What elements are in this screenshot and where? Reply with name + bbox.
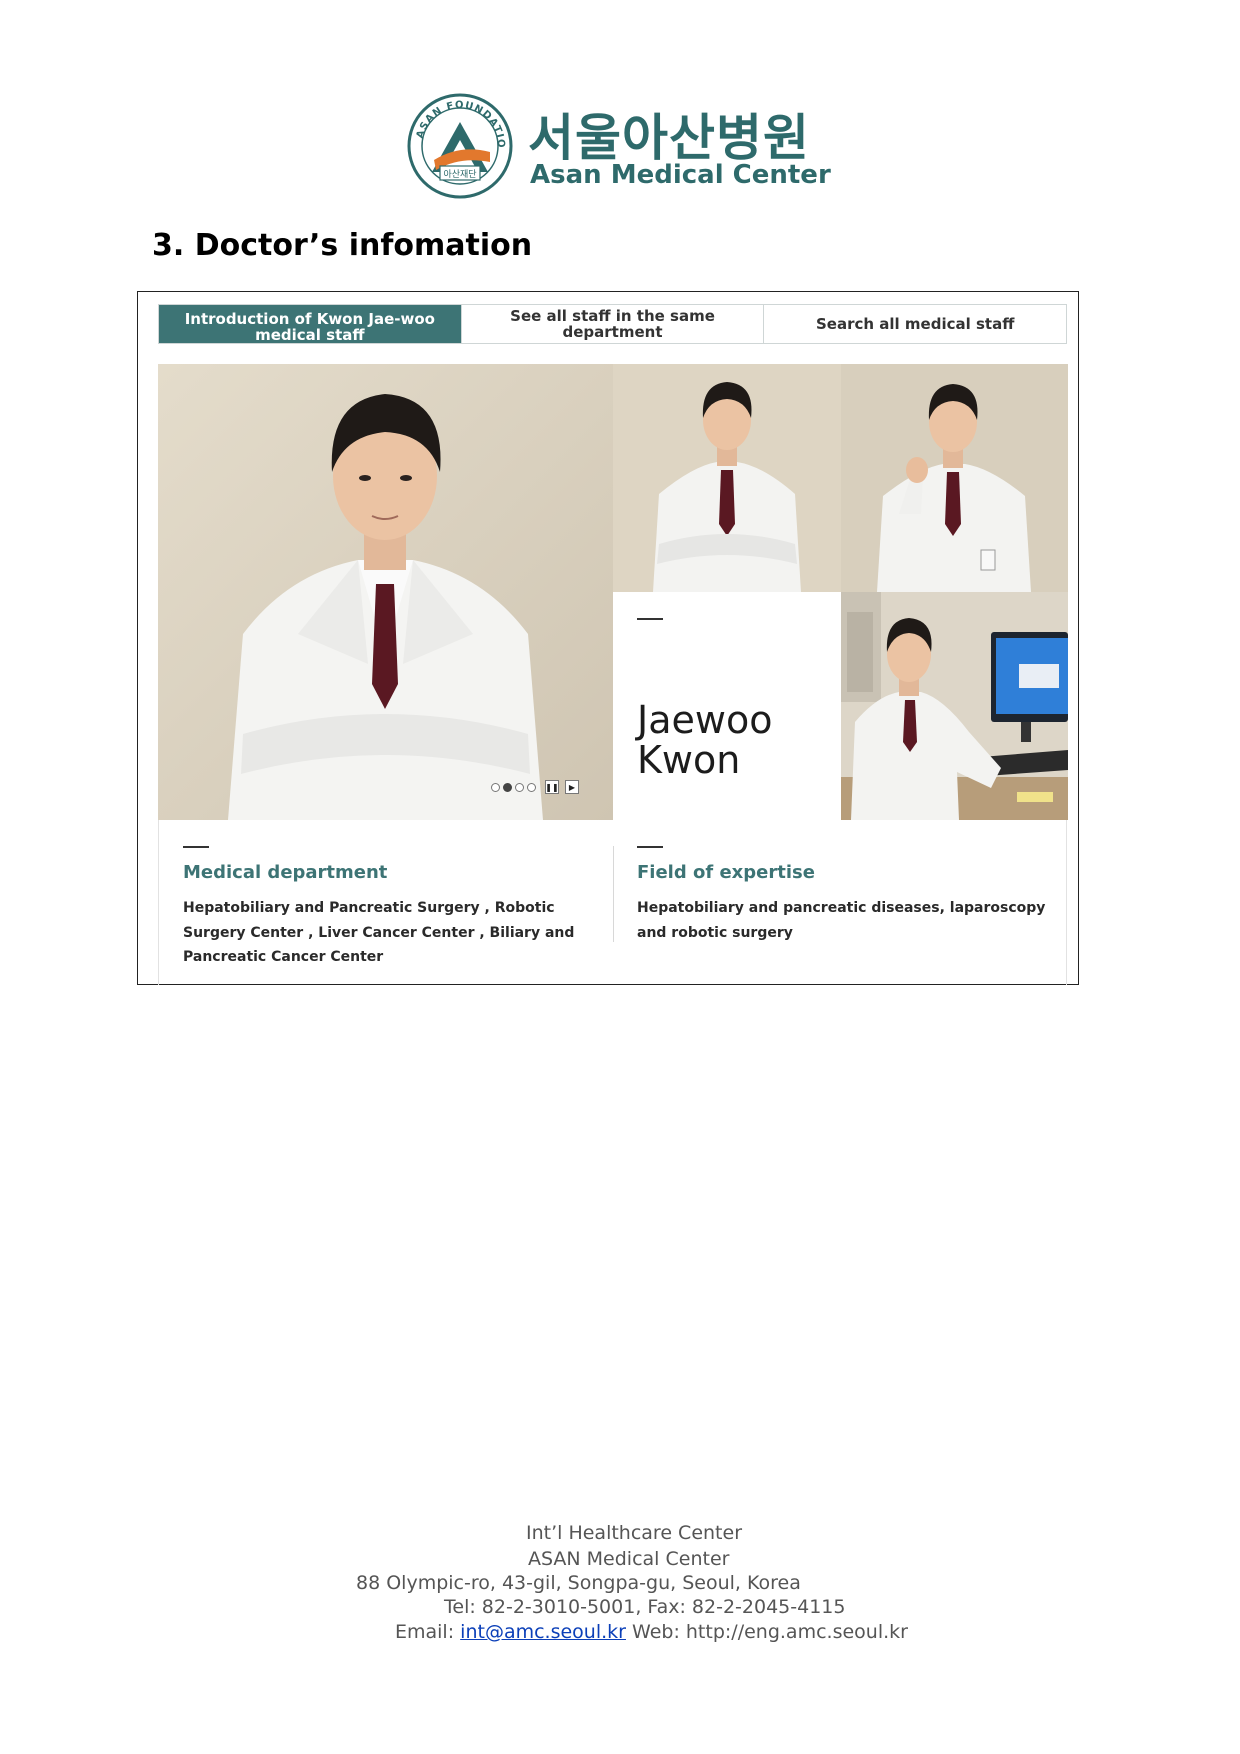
tab-same-department-staff[interactable]: See all staff in the same department xyxy=(460,305,764,343)
doctor-name-card: Jaewoo Kwon xyxy=(613,592,841,820)
asan-foundation-seal-icon: ASAN FOUNDATION 아산재단 xyxy=(406,92,513,199)
doctor-profile-screenshot: Introduction of Kwon Jae-woo medical sta… xyxy=(137,291,1079,985)
expertise-dash xyxy=(637,846,663,848)
logo-english-wordmark: Asan Medical Center xyxy=(530,160,831,190)
expertise-text: Hepatobiliary and pancreatic diseases, l… xyxy=(637,900,1046,941)
slider-controls: ❚❚ ▶ xyxy=(491,780,579,794)
slide-dot-4[interactable] xyxy=(527,782,536,792)
footer-email-web: Email: int@amc.seoul.kr Web: http://eng.… xyxy=(395,1621,908,1643)
slide-dot-3[interactable] xyxy=(515,782,524,792)
doctor-last-name: Kwon xyxy=(637,738,741,782)
info-divider xyxy=(613,846,614,942)
web-address: http://eng.amc.seoul.kr xyxy=(685,1621,908,1643)
play-icon[interactable]: ▶ xyxy=(565,780,579,794)
footer-address: 88 Olympic-ro, 43-gil, Songpa-gu, Seoul,… xyxy=(356,1572,801,1594)
slide-dot-1[interactable] xyxy=(491,782,500,792)
footer-center-name: Int’l Healthcare Center xyxy=(526,1522,743,1544)
photo-gallery: ❚❚ ▶ Jaewoo Kwon xyxy=(158,364,1068,820)
tab-introduction[interactable]: Introduction of Kwon Jae-woo medical sta… xyxy=(159,305,461,343)
doctor-name: Jaewoo Kwon xyxy=(637,700,772,780)
doctor-info-section: Medical department Hepatobiliary and Pan… xyxy=(158,820,1067,985)
profile-tabs: Introduction of Kwon Jae-woo medical sta… xyxy=(158,304,1067,344)
email-label: Email: xyxy=(395,1621,455,1643)
department-text: Hepatobiliary and Pancreatic Surgery , R… xyxy=(183,900,575,965)
name-card-dash xyxy=(637,618,663,620)
department-dash xyxy=(183,846,209,848)
medical-department-block: Medical department Hepatobiliary and Pan… xyxy=(183,820,593,985)
arms-crossed-photo xyxy=(613,364,841,592)
footer-phone-fax: Tel: 82-2-3010-5001, Fax: 82-2-2045-4115 xyxy=(444,1596,846,1618)
doctor-first-name: Jaewoo xyxy=(637,698,773,742)
section-title: 3. Doctor’s infomation xyxy=(152,228,533,263)
hospital-logo: ASAN FOUNDATION 아산재단 서울아산병원 Asan Medical… xyxy=(406,92,831,204)
tab-search-all-staff[interactable]: Search all medical staff xyxy=(763,305,1066,343)
web-label: Web: xyxy=(632,1621,680,1643)
fist-pose-photo xyxy=(841,364,1068,592)
footer-hospital-name: ASAN Medical Center xyxy=(528,1548,730,1570)
expertise-heading: Field of expertise xyxy=(637,862,815,883)
main-portrait-photo: ❚❚ ▶ xyxy=(158,364,613,820)
svg-text:아산재단: 아산재단 xyxy=(443,169,476,180)
department-heading: Medical department xyxy=(183,862,388,883)
slide-dot-2[interactable] xyxy=(503,782,512,792)
field-of-expertise-block: Field of expertise Hepatobiliary and pan… xyxy=(637,820,1057,985)
desk-computer-photo xyxy=(841,592,1068,820)
email-link[interactable]: int@amc.seoul.kr xyxy=(460,1621,626,1643)
pause-icon[interactable]: ❚❚ xyxy=(545,780,559,794)
